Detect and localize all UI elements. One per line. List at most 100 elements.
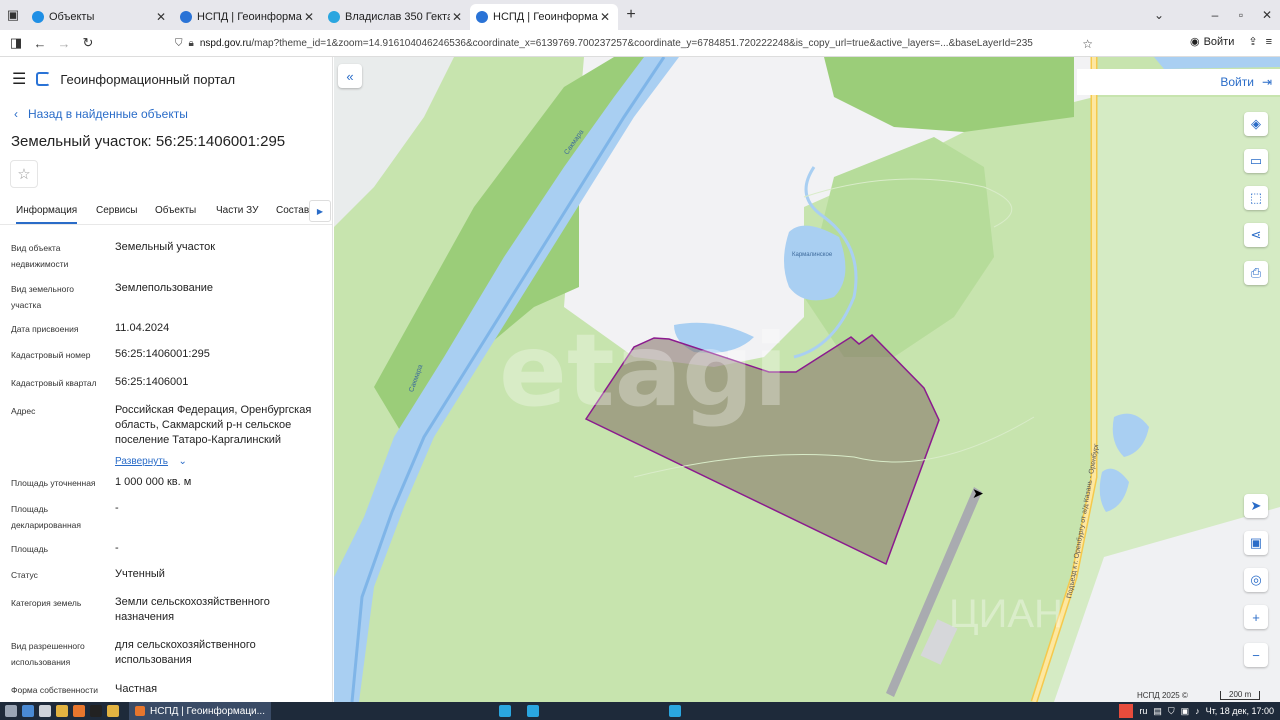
messenger-icon[interactable] [668,705,681,717]
browser-toolbar: ◨ ← → ↻ ⛉ 🔒︎ nspd.gov.ru/map?theme_id=1&… [0,30,1280,57]
mouse-cursor-icon: ➤ [972,485,984,501]
close-tab-icon[interactable]: ✕ [450,10,464,24]
taskbar-active-window[interactable]: НСПД | Геоинформаци... [129,702,271,720]
select-area-button[interactable]: ⬚ [1244,186,1268,210]
address-bar[interactable]: ⛉ 🔒︎ nspd.gov.ru/map?theme_id=1&zoom=14.… [175,33,1095,54]
share-icon: ⋖ [1250,227,1262,242]
account-button[interactable]: ◉ Войти [1184,33,1240,50]
site-favicon-icon [476,11,488,23]
tabs-scroll-right-button[interactable]: ▶ [309,200,331,222]
app-menu-icon[interactable] [5,705,17,717]
browser-tab-strip: ▣ Объекты ✕ НСПД | Геоинформационн ✕ Вла… [0,0,1280,30]
tab-objects[interactable]: Объекты [155,205,196,216]
close-tab-icon[interactable]: ✕ [598,10,612,24]
clipboard-icon[interactable]: ▤ [1153,706,1162,717]
cian-watermark: ЦИАН [949,592,1063,636]
lock-icon: 🔒︎ [188,38,194,49]
print-button[interactable]: ⎙ [1244,261,1268,285]
tab-services[interactable]: Сервисы [96,205,137,216]
console-icon[interactable] [90,705,102,717]
tab-parts[interactable]: Части ЗУ [216,205,258,216]
favorite-star-button[interactable]: ☆ [10,160,38,188]
zoom-in-button[interactable]: + [1244,605,1268,629]
etagi-watermark: etagi [499,312,788,429]
select-area-icon: ⬚ [1249,190,1263,205]
browser-icon[interactable] [73,705,85,717]
close-tab-icon[interactable]: ✕ [302,10,316,24]
location-pin-icon: ◎ [1250,572,1262,587]
browser-tab-4-active[interactable]: НСПД | Геоинформационн ✕ [470,4,618,30]
new-tab-button[interactable]: + [618,6,644,24]
tab-information[interactable]: Информация [16,205,78,224]
collapse-panel-button[interactable]: « [338,64,362,88]
object-info-panel: ☰ Геоинформационный портал ‹ Назад в най… [0,57,333,702]
tab-list-chevron-icon[interactable]: ⌄ [1146,8,1172,22]
bookmark-star-icon[interactable]: ☆ [1082,37,1093,51]
reload-icon[interactable]: ↻ [76,35,100,51]
extensions-icon[interactable]: ⇪ [1248,35,1257,48]
browser-tab-1[interactable]: Объекты ✕ [26,4,174,30]
hamburger-menu-icon[interactable]: ☰ [12,69,26,89]
minimap-icon: ▣ [1249,535,1263,550]
chevron-down-icon: ⌄ [178,456,187,467]
tab-overview-icon[interactable]: ▣ [0,0,26,30]
browser-icon [135,706,145,716]
map-canvas[interactable]: etagi ЦИАН Сакмара Сакмара Кармалинское … [334,57,1280,702]
back-to-results-link[interactable]: ‹ Назад в найденные объекты [14,107,188,121]
layers-icon: ◈ [1251,116,1261,131]
double-chevron-left-icon: « [346,68,354,84]
plus-icon: + [1252,609,1260,625]
minus-icon: − [1252,647,1260,663]
site-favicon-icon [32,11,44,23]
close-tab-icon[interactable]: ✕ [154,10,168,24]
print-icon: ⎙ [1250,265,1262,280]
back-arrow-icon[interactable]: ← [28,36,52,51]
navigation-arrow-icon: ➤ [1250,498,1262,513]
network-icon[interactable]: ▣ [1181,706,1190,717]
browser-tab-2[interactable]: НСПД | Геоинформационн ✕ [174,4,322,30]
volume-icon[interactable]: ♪ [1195,706,1200,716]
file-manager-icon[interactable] [22,705,34,717]
ruler-button[interactable]: ▭ [1244,149,1268,173]
keyboard-layout[interactable]: ru [1139,706,1147,716]
map-copyright: НСПД 2025 © [1137,691,1188,700]
share-button[interactable]: ⋖ [1244,223,1268,247]
login-arrow-icon: ⇥ [1261,75,1272,89]
anydesk-icon[interactable] [1119,704,1134,718]
layers-button[interactable]: ◈ [1244,112,1268,136]
folder-icon[interactable] [107,705,119,717]
tab-composition[interactable]: Состав [276,205,309,216]
portal-logo-icon[interactable] [36,72,51,86]
minimap-button[interactable]: ▣ [1244,531,1268,555]
lake-label: Кармалинское [792,252,833,258]
location-pin-button[interactable]: ◎ [1244,568,1268,592]
info-tabs: Информация Сервисы Объекты Части ЗУ Сост… [0,197,332,225]
forward-arrow-icon[interactable]: → [52,36,76,51]
maximize-icon[interactable]: ▫ [1228,8,1254,22]
geolocation-button[interactable]: ➤ [1244,494,1268,518]
zoom-out-button[interactable]: − [1244,643,1268,667]
terminal-icon[interactable] [39,705,51,717]
os-taskbar: НСПД | Геоинформаци... ru ▤ ⛉ ▣ ♪ Чт, 18… [0,702,1280,720]
page-title: Земельный участок: 56:25:1406001:295 [11,133,286,150]
minimize-icon[interactable]: – [1202,8,1228,22]
shield-icon: ⛉ [175,38,183,49]
menu-icon[interactable]: ≡ [1266,36,1272,48]
clock[interactable]: Чт, 18 дек, 17:00 [1206,706,1274,716]
close-window-icon[interactable]: ✕ [1254,8,1280,22]
browser-tab-3[interactable]: Владислав 350 Гектар ✕ [322,4,470,30]
portal-name[interactable]: Геоинформационный портал [60,72,235,87]
layers-glyph: ... [940,38,949,49]
telegram-favicon-icon [328,11,340,23]
sidebar-toggle-icon[interactable]: ◨ [4,35,28,51]
messenger-icon[interactable] [498,705,511,717]
star-icon: ☆ [17,166,31,183]
messenger-icon[interactable] [526,705,539,717]
map-layer [334,57,1280,702]
shield-icon[interactable]: ⛉ [1168,706,1175,717]
expand-address-link[interactable]: Развернуть ⌄ [115,451,187,469]
chevron-left-icon: ‹ [14,107,18,121]
folder-icon[interactable] [56,705,68,717]
ruler-icon: ▭ [1249,153,1263,168]
map-login-button[interactable]: Войти ⇥ [1077,69,1280,95]
